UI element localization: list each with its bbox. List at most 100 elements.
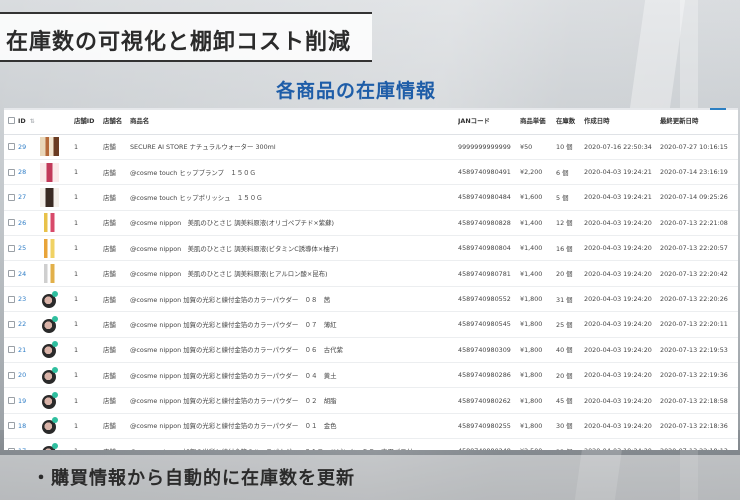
- cell-product-name: @cosme nippon 美肌のひとさじ 調美料原液(ビタミンC誘導体×柚子): [130, 244, 339, 253]
- cell-select: [4, 286, 18, 311]
- table-row[interactable]: 25 1 店舗 @cosme nippon 美肌のひとさじ 調美料原液(ビタミンC誘導…: [4, 236, 738, 261]
- table-row[interactable]: 27 1 店舗 @cosme touch ヒップポリッシュ １５０Ｇ 458974098…: [4, 185, 738, 211]
- cell-store-name: 店舗: [103, 168, 116, 177]
- cell-updated-at: 2020-07-13 22:21:08: [660, 218, 728, 227]
- cell-created-at: 2020-04-03 19:24:21: [584, 193, 652, 202]
- cell-id[interactable]: 21: [18, 337, 40, 362]
- column-header-store-id[interactable]: 店舗ID: [74, 108, 103, 134]
- product-thumbnail: [40, 315, 59, 334]
- cell-store-name: 店舗: [103, 397, 116, 406]
- column-header-price[interactable]: 商品単価: [520, 108, 556, 134]
- cell-id[interactable]: 27: [18, 185, 40, 210]
- row-checkbox[interactable]: [8, 270, 15, 278]
- column-header-store-name[interactable]: 店舗名: [103, 108, 130, 134]
- table-row[interactable]: 22 1 店舗 @cosme nippon 加賀の光彩と練付金箔のカラーパウダー ０７…: [4, 312, 738, 338]
- cell-id[interactable]: 24: [18, 261, 40, 286]
- cell-id[interactable]: 25: [18, 236, 40, 261]
- cell-jan-code: 4589740980804: [458, 244, 511, 253]
- cell-id[interactable]: 19: [18, 388, 40, 413]
- cell-id[interactable]: 18: [18, 413, 40, 438]
- row-checkbox[interactable]: [8, 143, 15, 151]
- cell-price: ¥1,400: [520, 269, 543, 278]
- column-header-product-name[interactable]: 商品名: [130, 108, 458, 134]
- cell-store-id: 1: [74, 439, 103, 450]
- cell-stock: 20 個: [556, 270, 573, 279]
- cell-store-id: 1: [74, 345, 79, 354]
- select-all-checkbox[interactable]: [8, 117, 15, 125]
- cell-created-at: 2020-04-03 19:24:20: [584, 439, 660, 450]
- table-row[interactable]: 18 1 店舗 @cosme nippon 加賀の光彩と練付金箔のカラーパウダー ０１…: [4, 413, 738, 439]
- cell-store-id: 1: [74, 218, 79, 227]
- cell-id[interactable]: 29: [18, 134, 40, 159]
- table-row[interactable]: 23 1 店舗 @cosme nippon 加賀の光彩と練付金箔のカラーパウダー ０８…: [4, 286, 738, 312]
- cell-id[interactable]: 23: [18, 286, 40, 311]
- table-row[interactable]: 20 1 店舗 @cosme nippon 加賀の光彩と練付金箔のカラーパウダー ０４…: [4, 363, 738, 388]
- title-rule: [0, 12, 372, 14]
- cell-id[interactable]: 17: [18, 439, 40, 450]
- cell-created-at: 2020-04-03 19:24:20: [584, 218, 652, 227]
- product-thumbnail: [40, 137, 59, 157]
- cell-product-name: @cosme nippon 加賀の光彩と練付金箔のカラーパウダー ０７ 薄紅: [130, 320, 337, 329]
- row-checkbox[interactable]: [8, 422, 15, 430]
- row-checkbox[interactable]: [8, 244, 15, 252]
- row-checkbox[interactable]: [8, 295, 15, 303]
- cell-created-at: 2020-04-03 19:24:21: [584, 168, 652, 177]
- cell-id[interactable]: 26: [18, 210, 40, 235]
- cell-select: [4, 134, 18, 159]
- cell-jan-code: 4589740980309: [458, 345, 511, 354]
- row-checkbox[interactable]: [8, 320, 15, 328]
- table-row[interactable]: 28 1 店舗 @cosme touch ヒップブランプ １５０Ｇ 4589740980…: [4, 159, 738, 185]
- cell-image: [40, 185, 74, 210]
- cell-select: [4, 312, 18, 337]
- table-row[interactable]: 17 1店舗@cosme nippon 加賀の光彩と練付金箔のルースパウダー ０１…: [4, 439, 738, 450]
- row-checkbox[interactable]: [8, 193, 15, 201]
- row-checkbox[interactable]: [8, 168, 15, 176]
- cell-stock: 40 個: [556, 346, 573, 355]
- cell-jan-code: 4589740980491: [458, 168, 511, 177]
- row-checkbox[interactable]: [8, 346, 15, 354]
- column-header-stock[interactable]: 在庫数: [556, 108, 584, 134]
- product-thumbnail: [40, 340, 59, 359]
- cell-id[interactable]: 22: [18, 312, 40, 337]
- cell-select: [4, 337, 18, 362]
- cell-product-name: @cosme touch ヒップポリッシュ １５０Ｇ: [130, 193, 263, 202]
- row-checkbox[interactable]: [8, 397, 15, 405]
- row-checkbox[interactable]: [8, 447, 15, 450]
- column-header-created[interactable]: 作成日時: [584, 108, 660, 134]
- cell-id[interactable]: 20: [18, 363, 40, 388]
- inventory-table: ID ⇅ 店舗ID 店舗名 商品名 JANコード 商品単価 在庫数 作成日時 最終…: [4, 108, 738, 450]
- panel-top-border: [4, 108, 738, 110]
- table-row[interactable]: 21 1 店舗 @cosme nippon 加賀の光彩と練付金箔のカラーパウダー ０６…: [4, 337, 738, 363]
- slide-title: 在庫数の可視化と棚卸コスト削減: [6, 30, 352, 55]
- cell-jan-code: 4589740980781: [458, 269, 511, 278]
- cell-price: ¥1,800: [520, 345, 543, 354]
- cell-price: ¥1,800: [520, 421, 543, 430]
- cell-id[interactable]: 28: [18, 159, 40, 184]
- bullet-point: ・購買情報から自動的に在庫数を更新: [32, 468, 355, 489]
- cell-store-name: 店舗: [103, 439, 130, 450]
- cell-store-id: 1: [74, 244, 79, 253]
- column-header-jan[interactable]: JANコード: [458, 108, 520, 134]
- cell-store-name: 店舗: [103, 143, 116, 152]
- cell-jan-code: 4589740980828: [458, 218, 511, 227]
- cell-price: ¥1,800: [520, 320, 543, 329]
- cell-price: ¥1,800: [520, 371, 543, 380]
- cell-image: [40, 134, 74, 159]
- cell-created-at: 2020-04-03 19:24:20: [584, 244, 652, 253]
- table-row[interactable]: 29 1 店舗 SECURE AI STORE ナチュラルウォーター 300ml 999…: [4, 134, 738, 160]
- cell-product-name: @cosme nippon 加賀の光彩と練付金箔のカラーパウダー ０２ 胡脂: [130, 397, 337, 406]
- table-row[interactable]: 24 1 店舗 @cosme nippon 美肌のひとさじ 調美料原液(ヒアルロン酸×…: [4, 261, 738, 287]
- sort-icon[interactable]: ⇅: [30, 118, 35, 125]
- cell-image: [40, 312, 74, 337]
- cell-product-name: @cosme nippon 加賀の光彩と練付金箔のルースパウダー ０１ヌードピン…: [130, 439, 458, 450]
- column-header-updated[interactable]: 最終更新日時: [660, 108, 738, 134]
- table-row[interactable]: 26 1 店舗 @cosme nippon 美肌のひとさじ 調美料原液(オリゴペプチド…: [4, 210, 738, 236]
- column-header-id[interactable]: ID: [18, 117, 26, 125]
- row-checkbox[interactable]: [8, 371, 15, 379]
- table-row[interactable]: 19 1 店舗 @cosme nippon 加賀の光彩と練付金箔のカラーパウダー ０２…: [4, 388, 738, 414]
- cell-store-name: 店舗: [103, 320, 116, 329]
- table-header-row: ID ⇅ 店舗ID 店舗名 商品名 JANコード 商品単価 在庫数 作成日時 最終…: [4, 108, 738, 134]
- row-checkbox[interactable]: [8, 219, 15, 227]
- cell-updated-at: 2020-07-13 22:19:36: [660, 371, 728, 380]
- cell-product-name: @cosme nippon 加賀の光彩と練付金箔のカラーパウダー ０８ 茜: [130, 295, 331, 304]
